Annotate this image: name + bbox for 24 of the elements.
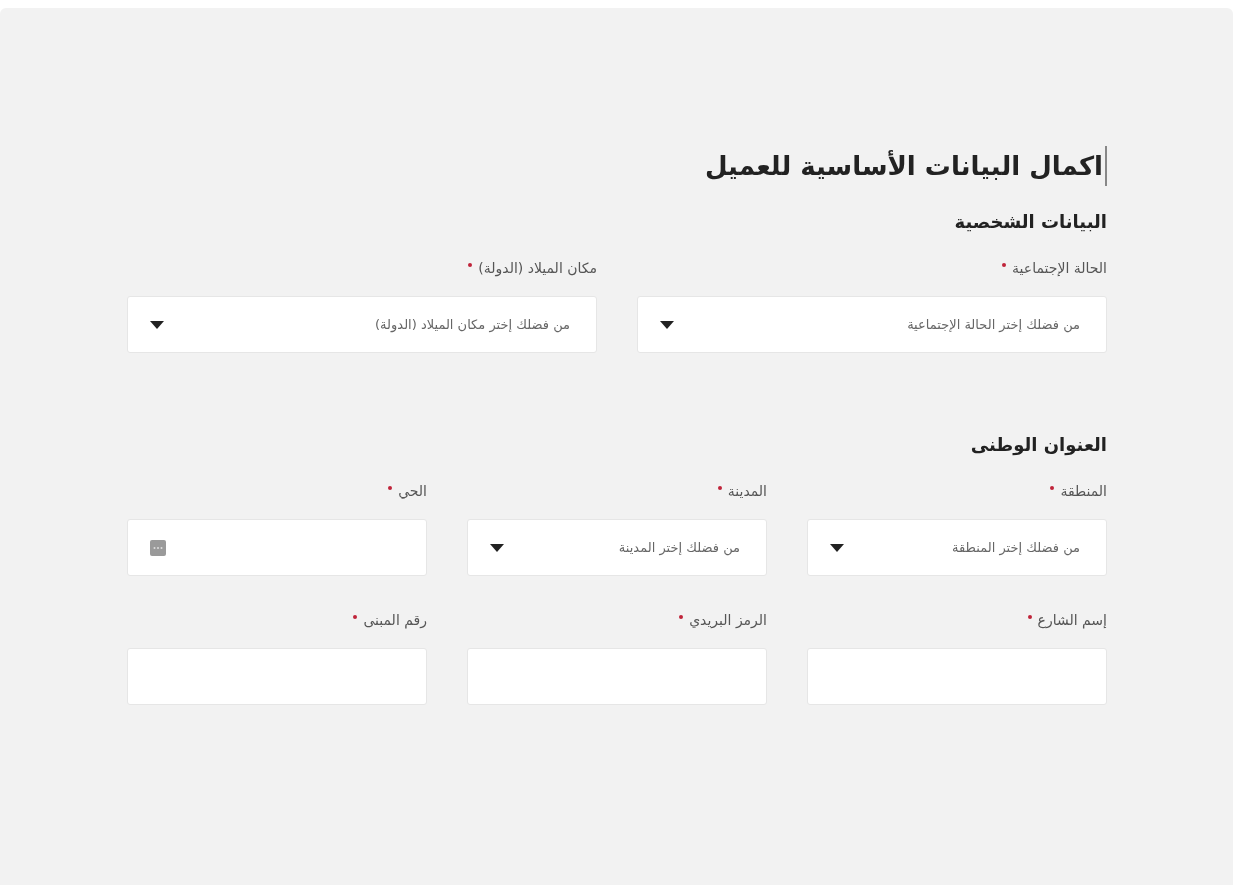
field-label: المنطقة [1060, 482, 1107, 501]
select-field[interactable]: من فضلك إختر المنطقة [807, 519, 1107, 576]
caret-icon [490, 543, 504, 552]
field-label: مكان الميلاد (الدولة) [478, 259, 597, 278]
field-label: إسم الشارع [1037, 611, 1107, 630]
field-label: الحي [398, 482, 427, 501]
caret-icon [150, 320, 164, 329]
input-field[interactable] [127, 519, 427, 576]
field-label: المدينة [727, 482, 767, 501]
field-label: الرمز البريدي [689, 611, 767, 630]
field-label: الحالة الإجتماعية [1012, 259, 1107, 278]
select-field[interactable]: من فضلك إختر المدينة [467, 519, 767, 576]
select-field[interactable]: من فضلك إختر الحالة الإجتماعية [637, 296, 1107, 353]
caret-icon [830, 543, 844, 552]
input-field[interactable] [467, 648, 767, 705]
page-title: اكمال البيانات الأساسية للعميل [704, 146, 1107, 186]
input-field[interactable] [807, 648, 1107, 705]
section-heading: العنوان الوطنى [969, 433, 1107, 458]
select-field[interactable]: من فضلك إختر مكان الميلاد (الدولة) [127, 296, 597, 353]
more-icon[interactable] [150, 539, 166, 556]
field-label: رقم المبنى [363, 611, 427, 630]
caret-icon [660, 320, 674, 329]
section-heading: البيانات الشخصية [953, 210, 1107, 234]
input-field[interactable] [127, 648, 427, 705]
